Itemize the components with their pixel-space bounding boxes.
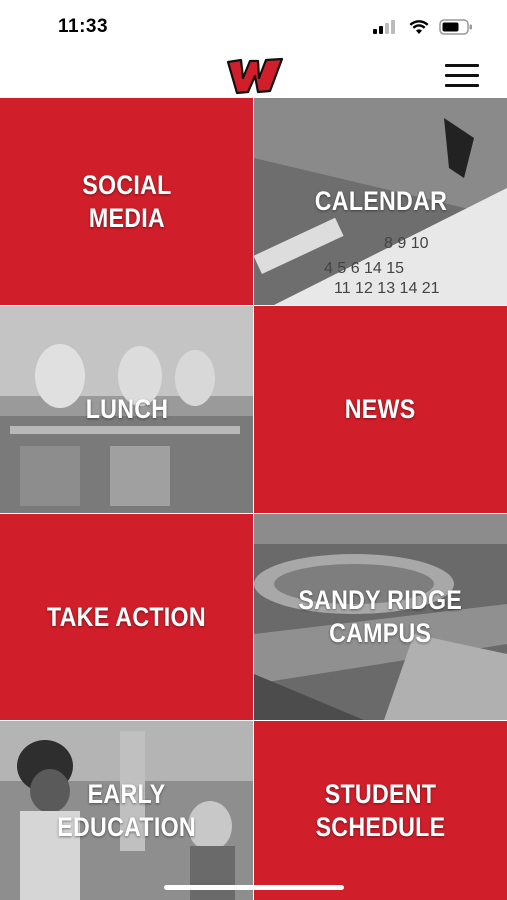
tile-sandy-ridge-campus[interactable]: SANDY RIDGE CAMPUS: [254, 514, 507, 720]
tile-label: LUNCH: [85, 394, 168, 424]
tile-label: SOCIAL MEDIA: [81, 169, 172, 233]
home-indicator[interactable]: [164, 885, 344, 890]
svg-text:8 9 10: 8 9 10: [384, 235, 429, 252]
tile-take-action[interactable]: TAKE ACTION: [0, 514, 253, 720]
tile-grid: SOCIAL MEDIA 11 12 13 14 21 4 5 6 14 15 …: [0, 98, 507, 900]
tile-news[interactable]: NEWS: [254, 306, 507, 513]
cellular-signal-icon: [373, 20, 395, 34]
tile-lunch[interactable]: LUNCH: [0, 306, 253, 513]
svg-text:11 12 13 14 21: 11 12 13 14 21: [334, 280, 440, 297]
tile-label: STUDENT SCHEDULE: [315, 778, 446, 842]
tile-label: SANDY RIDGE CAMPUS: [298, 585, 463, 648]
tile-social-media[interactable]: SOCIAL MEDIA: [0, 98, 253, 305]
tile-student-schedule[interactable]: STUDENT SCHEDULE: [254, 721, 507, 900]
status-bar: 11:33: [0, 0, 507, 52]
hamburger-menu-icon[interactable]: [445, 64, 479, 88]
tile-label: EARLY EDUCATION: [57, 778, 196, 842]
tile-early-education[interactable]: EARLY EDUCATION: [0, 721, 253, 900]
status-time: 11:33: [58, 16, 109, 37]
tile-calendar[interactable]: 11 12 13 14 21 4 5 6 14 15 8 9 10 CALEND…: [254, 98, 507, 305]
tile-label: CALENDAR: [314, 186, 447, 216]
w-logo[interactable]: [225, 54, 285, 96]
wifi-icon: [409, 19, 429, 34]
app-header: [0, 52, 507, 98]
svg-text:4 5 6 14 15: 4 5 6 14 15: [324, 260, 404, 277]
tile-label: NEWS: [345, 394, 416, 424]
battery-icon: [439, 19, 472, 35]
status-icons: [373, 19, 473, 35]
tile-label: TAKE ACTION: [47, 601, 206, 632]
